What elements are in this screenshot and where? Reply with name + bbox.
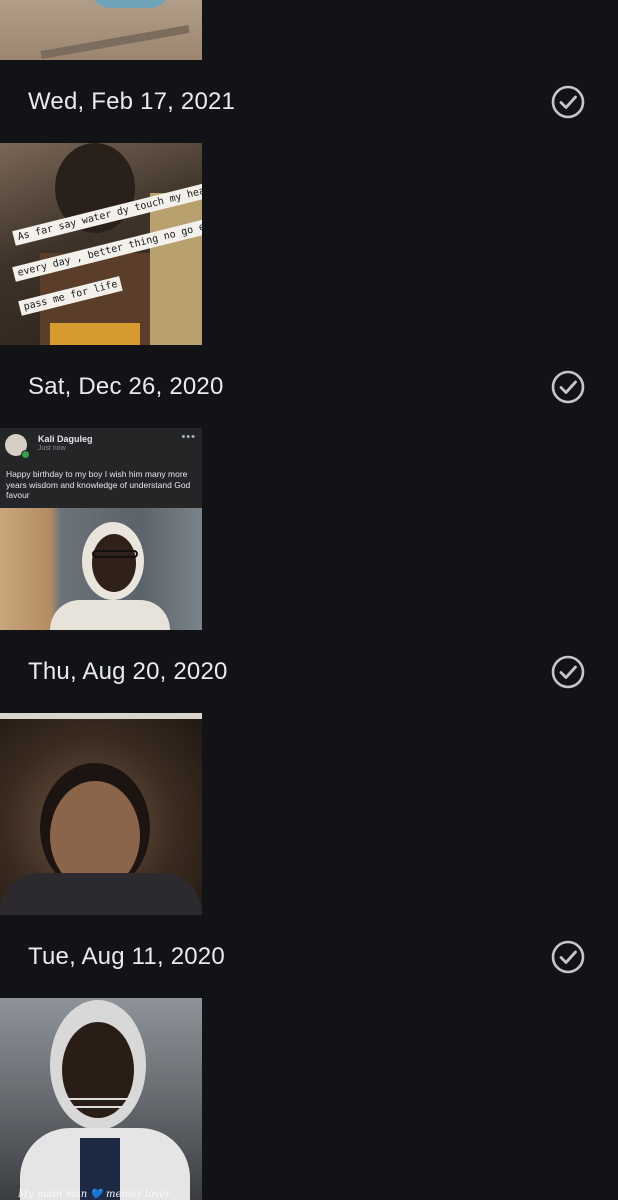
date-header: Sat, Dec 26, 2020 xyxy=(0,347,618,427)
photo-thumbnail[interactable]: As far say water dy touch my head every … xyxy=(0,143,202,345)
date-label: Tue, Aug 11, 2020 xyxy=(28,943,225,970)
photo-thumbnail[interactable] xyxy=(0,0,202,60)
check-circle-icon[interactable] xyxy=(550,654,586,690)
date-label: Thu, Aug 20, 2020 xyxy=(28,658,228,685)
photo-thumbnail[interactable] xyxy=(0,713,202,915)
photo-glasses xyxy=(92,550,138,558)
photo-face xyxy=(92,534,136,592)
date-label: Sat, Dec 26, 2020 xyxy=(28,373,224,400)
post-text: Happy birthday to my boy I wish him many… xyxy=(6,469,191,500)
date-label: Wed, Feb 17, 2021 xyxy=(28,88,236,115)
photo-background-wall xyxy=(150,193,202,345)
online-status-icon xyxy=(21,450,30,459)
date-header: Thu, Aug 20, 2020 xyxy=(0,632,618,712)
more-horizontal-icon: ••• xyxy=(181,431,196,443)
post-photo xyxy=(0,508,202,630)
date-header: Wed, Feb 17, 2021 xyxy=(0,62,618,142)
check-circle-icon[interactable] xyxy=(550,939,586,975)
photo-thumbnail[interactable]: My main man 💙 memer lover xyxy=(0,998,202,1200)
post-time: Just now xyxy=(38,445,66,452)
photo-bar xyxy=(40,25,190,59)
post-header: Kali Daguleg Just now ••• Happy birthday… xyxy=(0,428,202,508)
post-author: Kali Daguleg xyxy=(38,434,93,444)
photo-glasses xyxy=(62,1098,134,1108)
photo-caption: My main man 💙 memer lover xyxy=(18,1189,171,1200)
photo-thumbnail[interactable]: Kali Daguleg Just now ••• Happy birthday… xyxy=(0,428,202,630)
photo-shoulders xyxy=(50,600,170,630)
photo-shorts xyxy=(50,323,140,345)
photo-top-border xyxy=(0,713,202,719)
photo-clothing xyxy=(0,873,202,915)
photo-timeline: Wed, Feb 17, 2021 As far say water dy to… xyxy=(0,0,618,1200)
photo-figure xyxy=(90,0,170,8)
check-circle-icon[interactable] xyxy=(550,369,586,405)
check-circle-icon[interactable] xyxy=(550,84,586,120)
date-header: Tue, Aug 11, 2020 xyxy=(0,917,618,997)
